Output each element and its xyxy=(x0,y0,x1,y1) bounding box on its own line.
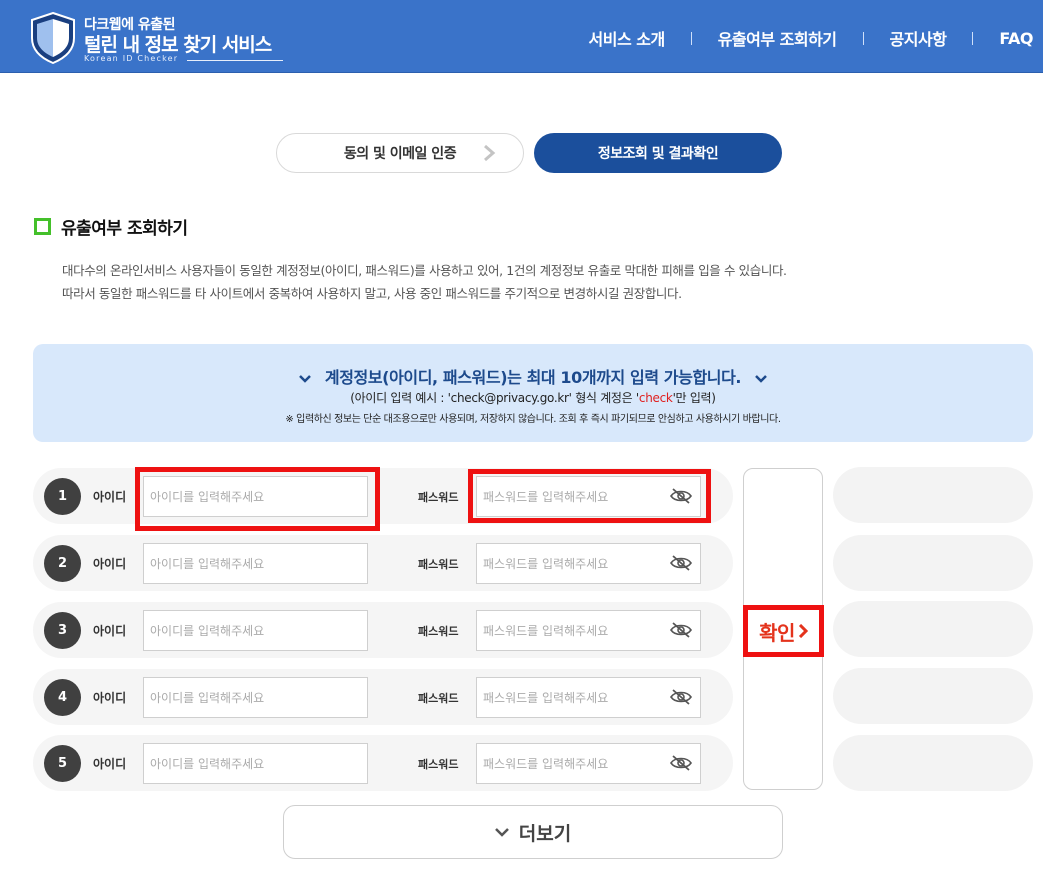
credential-row: 5 아이디 패스워드 xyxy=(33,735,733,791)
credential-row: 1 아이디 패스워드 xyxy=(33,468,733,524)
result-slot xyxy=(833,735,1033,791)
example-prefix: (아이디 입력 예시 : 'check@privacy.go.kr' 형식 계정… xyxy=(350,391,639,405)
credential-row: 4 아이디 패스워드 xyxy=(33,669,733,725)
password-field xyxy=(476,543,701,584)
password-label: 패스워드 xyxy=(418,692,459,705)
id-label: 아이디 xyxy=(93,757,127,771)
eye-slash-icon[interactable] xyxy=(670,622,692,638)
password-input[interactable] xyxy=(477,744,662,783)
description-line: 대다수의 온라인서비스 사용자들이 동일한 계정정보(아이디, 패스워드)를 사… xyxy=(62,263,787,278)
password-input[interactable] xyxy=(477,611,662,650)
chevron-down-icon xyxy=(299,374,311,383)
section-description: 대다수의 온라인서비스 사용자들이 동일한 계정정보(아이디, 패스워드)를 사… xyxy=(62,259,787,305)
example-suffix: '만 입력) xyxy=(672,391,716,405)
row-number: 1 xyxy=(44,478,81,515)
password-field xyxy=(476,677,701,718)
row-number: 2 xyxy=(44,545,81,582)
description-line: 따라서 동일한 패스워드를 타 사이트에서 중복하여 사용하지 말고, 사용 중… xyxy=(62,286,682,301)
chevron-down-icon xyxy=(494,827,509,837)
step-lookup-result[interactable]: 정보조회 및 결과확인 xyxy=(534,133,782,173)
chevron-right-icon xyxy=(798,624,808,638)
nav-divider xyxy=(972,31,974,45)
nav-divider xyxy=(862,31,864,45)
banner-main-text: 계정정보(아이디, 패스워드)는 최대 10개까지 입력 가능합니다. xyxy=(324,368,742,387)
site-header: 다크웹에 유출된 털린 내 정보 찾기 서비스 Korean ID Checke… xyxy=(0,0,1043,73)
password-label: 패스워드 xyxy=(418,758,459,771)
id-label: 아이디 xyxy=(93,624,127,638)
banner-main: 계정정보(아이디, 패스워드)는 최대 10개까지 입력 가능합니다. xyxy=(33,364,1033,388)
step-consent-email[interactable]: 동의 및 이메일 인증 xyxy=(276,133,524,173)
password-label: 패스워드 xyxy=(418,491,459,504)
site-logo[interactable]: 다크웹에 유출된 털린 내 정보 찾기 서비스 Korean ID Checke… xyxy=(30,12,290,66)
id-input[interactable] xyxy=(143,610,368,651)
credential-row: 3 아이디 패스워드 xyxy=(33,602,733,658)
info-banner: 계정정보(아이디, 패스워드)는 최대 10개까지 입력 가능합니다. (아이디… xyxy=(33,344,1033,442)
step2-label: 정보조회 및 결과확인 xyxy=(597,146,719,162)
id-label: 아이디 xyxy=(93,691,127,705)
id-label: 아이디 xyxy=(93,490,127,504)
brand-line2: 털린 내 정보 찾기 서비스 xyxy=(84,34,272,56)
id-input[interactable] xyxy=(143,476,368,517)
eye-slash-icon[interactable] xyxy=(670,755,692,771)
eye-slash-icon[interactable] xyxy=(670,488,692,504)
confirm-button[interactable]: 확인 xyxy=(747,609,820,653)
section-heading: 유출여부 조회하기 xyxy=(34,214,188,239)
confirm-label: 확인 xyxy=(759,620,795,645)
eye-slash-icon[interactable] xyxy=(670,555,692,571)
result-slot xyxy=(833,467,1033,523)
chevron-right-icon xyxy=(484,144,496,162)
password-input[interactable] xyxy=(477,544,662,583)
step1-label: 동의 및 이메일 인증 xyxy=(343,146,457,162)
brand-underline xyxy=(187,60,283,61)
row-number: 4 xyxy=(44,679,81,716)
password-input[interactable] xyxy=(477,477,662,516)
id-label: 아이디 xyxy=(93,557,127,571)
main-nav: 서비스 소개 유출여부 조회하기 공지사항 FAQ xyxy=(589,26,1034,50)
nav-item-service-intro[interactable]: 서비스 소개 xyxy=(589,26,666,50)
banner-note: ※ 입력하신 정보는 단순 대조용으로만 사용되며, 저장하지 않습니다. 조회… xyxy=(285,414,781,425)
password-field xyxy=(476,743,701,784)
result-slot xyxy=(833,535,1033,591)
shield-logo-icon xyxy=(31,12,75,64)
more-label: 더보기 xyxy=(518,822,572,845)
result-slot xyxy=(833,601,1033,657)
password-field xyxy=(476,476,701,517)
nav-divider xyxy=(690,31,692,45)
result-slot xyxy=(833,668,1033,724)
credential-row: 2 아이디 패스워드 xyxy=(33,535,733,591)
id-input[interactable] xyxy=(143,743,368,784)
id-input[interactable] xyxy=(143,543,368,584)
id-input[interactable] xyxy=(143,677,368,718)
nav-item-leak-check[interactable]: 유출여부 조회하기 xyxy=(718,26,837,50)
square-bullet-icon xyxy=(34,218,51,235)
password-input[interactable] xyxy=(477,678,662,717)
section-title: 유출여부 조회하기 xyxy=(61,219,188,239)
nav-item-notice[interactable]: 공지사항 xyxy=(890,26,947,50)
show-more-button[interactable]: 더보기 xyxy=(283,805,783,859)
chevron-down-icon xyxy=(755,374,767,383)
brand-line3: Korean ID Checker xyxy=(84,54,179,63)
eye-slash-icon[interactable] xyxy=(670,689,692,705)
example-highlight: check xyxy=(638,391,673,405)
row-number: 3 xyxy=(44,612,81,649)
row-number: 5 xyxy=(44,745,81,782)
password-field xyxy=(476,610,701,651)
banner-example: (아이디 입력 예시 : 'check@privacy.go.kr' 형식 계정… xyxy=(33,389,1033,406)
password-label: 패스워드 xyxy=(418,558,459,571)
nav-item-faq[interactable]: FAQ xyxy=(999,29,1033,48)
password-label: 패스워드 xyxy=(418,625,459,638)
